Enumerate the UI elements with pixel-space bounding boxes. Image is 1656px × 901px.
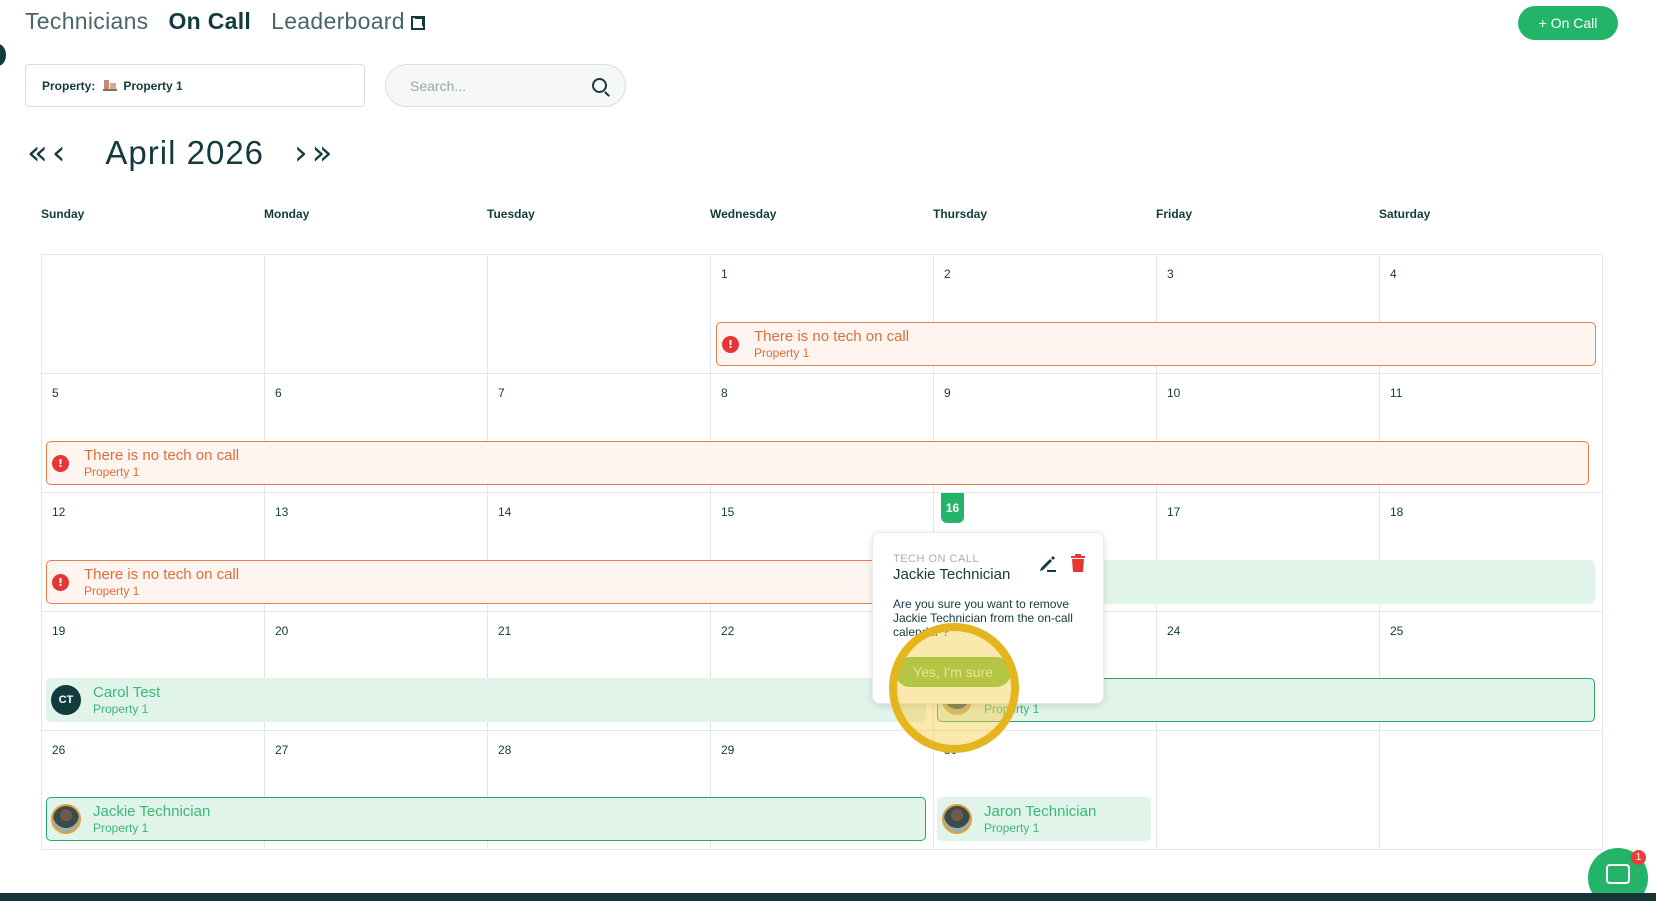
day-number: 6 — [275, 386, 282, 400]
tab-leaderboard-label: Leaderboard — [271, 8, 405, 34]
avatar: CT — [51, 685, 81, 715]
day-number: 27 — [275, 743, 289, 757]
trash-icon[interactable] — [1069, 553, 1087, 573]
calendar-day-empty[interactable] — [264, 254, 488, 374]
day-number: 3 — [1167, 267, 1174, 281]
day-number: 25 — [1390, 624, 1404, 638]
day-number: 29 — [721, 743, 735, 757]
calendar-day-empty[interactable] — [1379, 730, 1603, 850]
tab-on-call[interactable]: On Call — [168, 8, 251, 35]
today-badge: 16 — [941, 493, 964, 523]
tab-leaderboard[interactable]: Leaderboard — [271, 8, 425, 35]
event-property: Property 1 — [84, 464, 140, 479]
search-input[interactable] — [410, 77, 580, 94]
avatar — [942, 804, 972, 834]
weekday-saturday: Saturday — [1379, 207, 1431, 221]
day-number: 17 — [1167, 505, 1181, 519]
event-property: Property 1 — [93, 701, 149, 716]
weekday-sunday: Sunday — [41, 207, 85, 221]
day-number: 15 — [721, 505, 735, 519]
no-tech-event-week1[interactable]: ! There is no tech on call Property 1 — [716, 322, 1596, 366]
day-number: 10 — [1167, 386, 1181, 400]
carol-test-event[interactable]: CT Carol Test Property 1 — [46, 678, 926, 722]
event-title: There is no tech on call — [754, 327, 910, 345]
event-title: There is no tech on call — [84, 565, 240, 583]
no-tech-event-week2[interactable]: ! There is no tech on call Property 1 — [46, 441, 1589, 485]
day-number: 8 — [721, 386, 728, 400]
day-number: 24 — [1167, 624, 1181, 638]
alert-icon: ! — [52, 573, 69, 591]
no-tech-event-week3[interactable]: ! There is no tech on call Property 1 — [46, 560, 926, 604]
weekday-tuesday: Tuesday — [487, 207, 535, 221]
avatar — [51, 804, 81, 834]
alert-icon: ! — [722, 335, 739, 353]
building-icon — [103, 80, 118, 91]
weekday-monday: Monday — [264, 207, 310, 221]
prev-year-icon[interactable]: « — [27, 136, 48, 170]
next-year-icon[interactable]: » — [312, 136, 333, 170]
month-title: April 2026 — [105, 134, 265, 171]
prev-month-icon[interactable]: ‹ — [52, 136, 66, 170]
external-link-icon — [410, 16, 425, 30]
weekday-wednesday: Wednesday — [710, 207, 777, 221]
day-number: 1 — [721, 267, 728, 281]
weekday-thursday: Thursday — [933, 207, 988, 221]
jackie-technician-event[interactable]: Jackie Technician Property 1 — [46, 797, 926, 841]
property-filter-value: Property 1 — [123, 78, 183, 93]
day-number: 21 — [498, 624, 512, 638]
calendar-day-empty[interactable] — [41, 254, 265, 374]
popover-message: Are you sure you want to remove Jackie T… — [893, 597, 1073, 639]
alert-icon: ! — [52, 454, 69, 472]
day-number: 9 — [944, 386, 951, 400]
day-number: 12 — [52, 505, 66, 519]
search-box — [385, 64, 626, 107]
day-number: 4 — [1390, 267, 1397, 281]
day-number: 22 — [721, 624, 735, 638]
day-number: 30 — [944, 743, 958, 757]
day-number: 19 — [52, 624, 66, 638]
search-icon[interactable] — [592, 78, 607, 93]
day-number: 20 — [275, 624, 289, 638]
weekday-friday: Friday — [1156, 207, 1193, 221]
add-on-call-button[interactable]: + On Call — [1518, 6, 1618, 40]
tab-technicians[interactable]: Technicians — [25, 8, 148, 35]
next-month-icon[interactable]: › — [294, 136, 308, 170]
event-property: Property 1 — [984, 820, 1040, 835]
day-number: 18 — [1390, 505, 1404, 519]
calendar-day-empty[interactable] — [487, 254, 711, 374]
day-number: 11 — [1390, 386, 1403, 400]
jaron-technician-event[interactable]: Jaron Technician Property 1 — [937, 797, 1151, 841]
remove-confirmation-popover: TECH ON CALL Jackie Technician Are you s… — [872, 532, 1104, 704]
event-property: Property 1 — [84, 583, 140, 598]
popover-kicker: TECH ON CALL — [893, 553, 980, 565]
day-number: 13 — [275, 505, 289, 519]
day-number: 26 — [52, 743, 66, 757]
property-filter[interactable]: Property: Property 1 — [25, 64, 365, 107]
day-number: 5 — [52, 386, 59, 400]
bottom-bar — [0, 893, 1656, 901]
edit-icon[interactable] — [1037, 553, 1057, 573]
event-property: Property 1 — [93, 820, 149, 835]
month-navigation: « ‹ April 2026 › » — [27, 134, 332, 172]
event-title: There is no tech on call — [84, 446, 240, 464]
on-call-event-week3-end[interactable] — [1086, 560, 1595, 604]
day-number: 7 — [498, 386, 505, 400]
event-title: Carol Test — [93, 683, 161, 701]
event-property: Property 1 — [754, 345, 810, 360]
calendar-grid: 1234567891011121314151617181920212223242… — [41, 254, 1603, 850]
confirm-remove-button[interactable]: Yes, I'm sure — [895, 657, 1011, 687]
calendar-day-empty[interactable] — [1156, 730, 1380, 850]
popover-tech-name: Jackie Technician — [893, 566, 1011, 583]
day-number: 2 — [944, 267, 951, 281]
notification-badge: 1 — [1631, 850, 1646, 865]
event-title: Jaron Technician — [984, 802, 1097, 820]
chat-icon — [1606, 864, 1630, 884]
property-filter-label: Property: — [42, 78, 96, 93]
event-title: Jackie Technician — [93, 802, 211, 820]
sidebar-toggle[interactable] — [0, 44, 6, 66]
day-number: 14 — [498, 505, 512, 519]
top-nav: Technicians On Call Leaderboard — [25, 8, 425, 35]
day-number: 28 — [498, 743, 512, 757]
